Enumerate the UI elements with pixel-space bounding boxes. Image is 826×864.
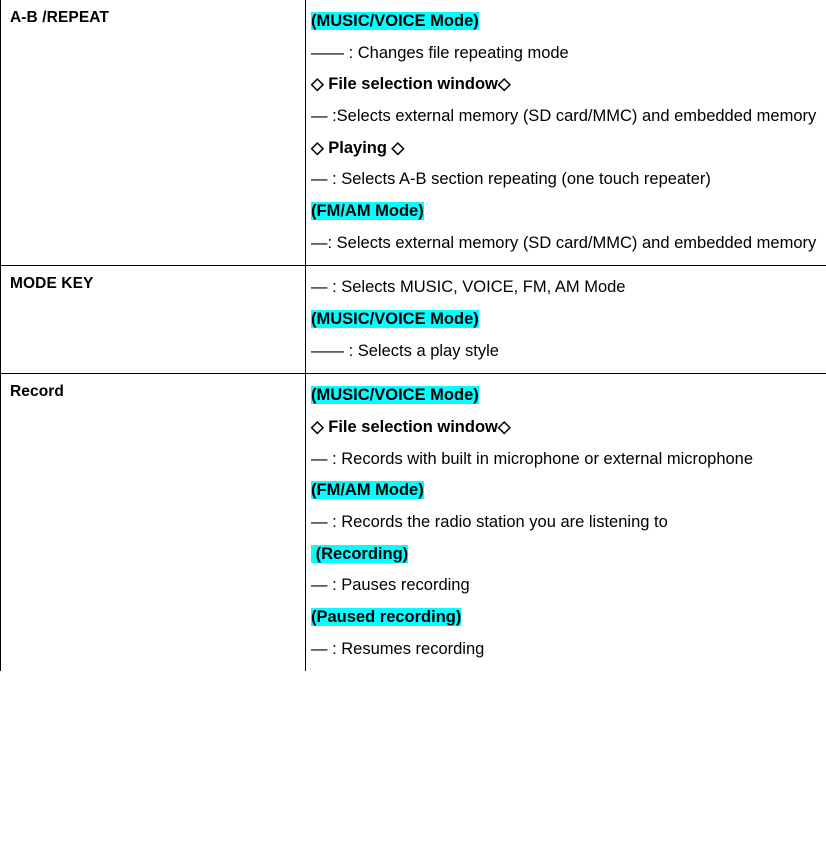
key-name-cell: A-B /REPEAT [0, 0, 306, 267]
key-description-cell: — : Selects MUSIC, VOICE, FM, AM Mode (M… [305, 265, 826, 375]
description-line: (FM/AM Mode) [311, 196, 826, 228]
table-row: MODE KEY — : Selects MUSIC, VOICE, FM, A… [0, 265, 826, 375]
description-line: — :Selects external memory (SD card/MMC)… [311, 107, 817, 126]
table-row: A-B /REPEAT (MUSIC/VOICE Mode) —— : Chan… [0, 0, 826, 267]
key-description-cell: (MUSIC/VOICE Mode) —— : Changes file rep… [305, 0, 826, 267]
description-line: — : Records with built in microphone or … [311, 449, 754, 468]
description-line: — : Records the radio station you are li… [311, 513, 668, 532]
mode-badge: (FM/AM Mode) [311, 481, 424, 500]
mode-badge: (MUSIC/VOICE Mode) [311, 310, 479, 329]
description-line: (MUSIC/VOICE Mode) [311, 380, 826, 412]
description-line: — : Resumes recording [311, 639, 485, 658]
description-line: — : Selects A-B section repeating (one t… [311, 170, 711, 189]
description-line: (FM/AM Mode) [311, 475, 826, 507]
mode-badge: (FM/AM Mode) [311, 202, 424, 221]
mode-badge: (MUSIC/VOICE Mode) [311, 386, 479, 405]
key-name-cell: Record [0, 373, 306, 672]
description-line: — : Selects MUSIC, VOICE, FM, AM Mode [311, 278, 626, 297]
description-line: (MUSIC/VOICE Mode) [311, 304, 826, 336]
table-body: A-B /REPEAT (MUSIC/VOICE Mode) —— : Chan… [0, 0, 826, 672]
description-line: —— : Changes file repeating mode [311, 43, 569, 62]
key-description-cell: (MUSIC/VOICE Mode) ◇ File selection wind… [305, 373, 826, 672]
description-subheading: ◇ File selection window◇ [311, 75, 511, 94]
table-row: Record (MUSIC/VOICE Mode) ◇ File selecti… [0, 373, 826, 672]
key-name-label: Record [10, 383, 65, 401]
description-line: — : Pauses recording [311, 576, 470, 595]
description-line: (Recording) [311, 539, 826, 571]
description-line: (Paused recording) [311, 602, 826, 634]
description-line: —: Selects external memory (SD card/MMC)… [311, 233, 817, 252]
description-line: (MUSIC/VOICE Mode) [311, 6, 826, 38]
description-subheading: ◇ File selection window◇ [311, 418, 511, 437]
mode-badge: (MUSIC/VOICE Mode) [311, 12, 479, 30]
description-subheading: ◇ Playing ◇ [311, 138, 405, 157]
key-name-label: MODE KEY [10, 275, 94, 293]
key-name-label: A-B /REPEAT [10, 9, 109, 26]
key-functions-table: A-B /REPEAT (MUSIC/VOICE Mode) —— : Chan… [0, 0, 826, 672]
status-badge: (Recording) [311, 544, 409, 563]
status-badge: (Paused recording) [311, 608, 462, 627]
description-line: —— : Selects a play style [311, 341, 499, 360]
key-name-cell: MODE KEY [0, 265, 306, 375]
